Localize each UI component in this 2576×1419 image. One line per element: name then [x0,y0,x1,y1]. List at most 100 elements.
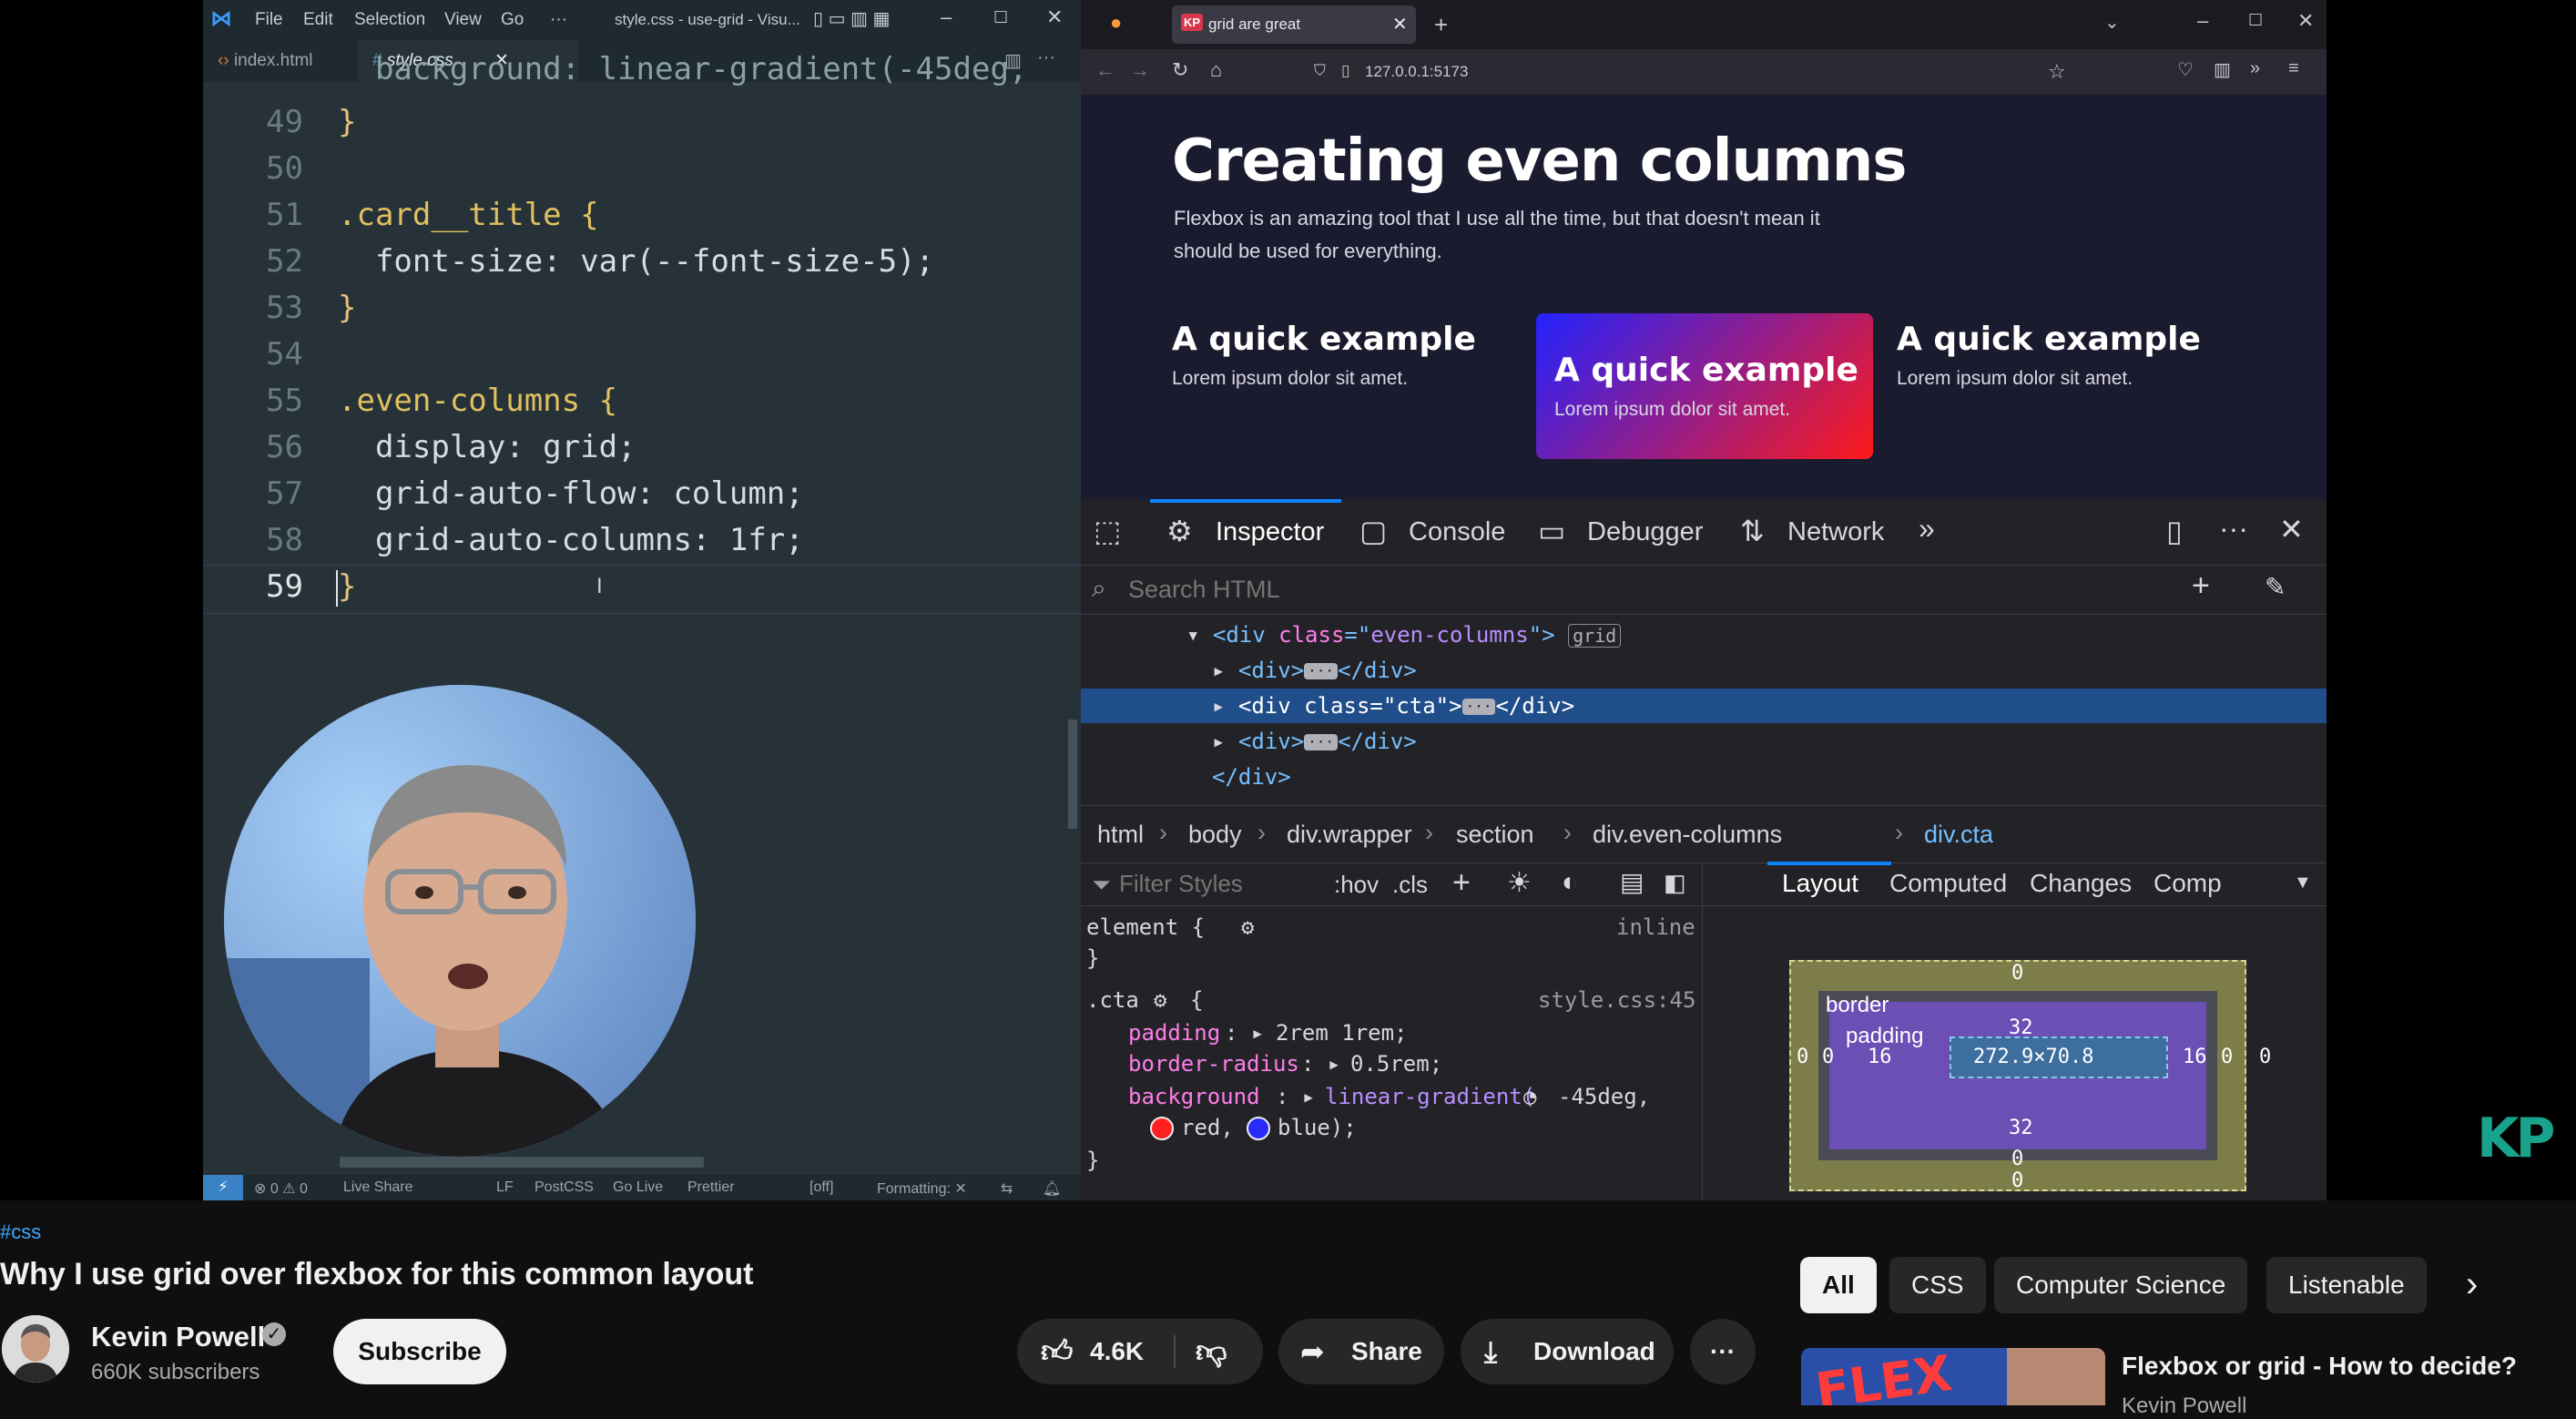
add-rule-icon[interactable]: + [1452,865,1471,901]
avatar[interactable] [2,1315,69,1383]
horizontal-scrollbar[interactable] [340,1157,704,1168]
menu-edit[interactable]: Edit [303,10,333,30]
crumb-wrapper[interactable]: div.wrapper [1287,821,1412,849]
language-indicator[interactable]: PostCSS [535,1179,594,1196]
blue-swatch-icon[interactable] [1247,1115,1270,1140]
tab-index-html[interactable]: ‹› index.html [203,40,328,82]
like-icon[interactable]: 👍︎ [1041,1319,1074,1384]
filter-styles-input[interactable] [1117,867,1321,900]
accounts-icon[interactable]: ⇆ [1001,1179,1013,1198]
gear-icon[interactable]: ⚙ [1241,914,1254,940]
prop-bg-color2[interactable]: blue); [1278,1115,1357,1140]
menu-view[interactable]: View [444,10,482,30]
margin-right-value[interactable]: 0 [2259,1046,2271,1068]
margin-bottom-value[interactable]: 0 [2011,1169,2023,1192]
responsive-mode-icon[interactable]: ▯ [2166,514,2183,548]
prop-radius-value[interactable]: 0.5rem; [1350,1051,1442,1077]
class-toggle[interactable]: .cls [1392,871,1428,899]
prettier-indicator[interactable]: Prettier [687,1179,735,1196]
reload-icon[interactable]: ↻ [1172,58,1188,82]
bookmark-star-icon[interactable]: ☆ [2048,60,2066,84]
more-actions-icon[interactable]: ··· [1037,47,1055,68]
tab-network[interactable]: Network [1787,517,1884,547]
tab-console[interactable]: Console [1409,517,1505,547]
tree-row[interactable]: ▾ <div class="even-columns"> grid [1081,618,2327,652]
margin-top-value[interactable]: 0 [2011,962,2023,985]
tab-inspector[interactable]: Inspector [1216,517,1324,547]
tree-row[interactable]: ▸ <div> ··· </div> [1081,653,2327,688]
recommended-thumbnail[interactable]: FLEX [1801,1348,2105,1405]
problems-count[interactable]: ⊗ 0 ⚠ 0 [254,1179,308,1198]
share-button[interactable]: ➦ Share [1278,1319,1444,1384]
close-devtools-icon[interactable]: ✕ [2279,512,2304,546]
border-left-value[interactable]: 0 [1822,1046,1834,1068]
eyedropper-icon[interactable]: ✎ [2265,572,2286,602]
tab-debugger[interactable]: Debugger [1587,517,1703,547]
collapsed-ellipsis[interactable]: ··· [1304,663,1339,679]
tree-row[interactable]: ▸ <div> ··· </div> [1081,724,2327,759]
more-actions-button[interactable]: ··· [1690,1319,1756,1384]
padding-bottom-value[interactable]: 32 [2009,1117,2033,1139]
prop-border-radius[interactable]: border-radius [1128,1051,1299,1077]
crumb-body[interactable]: body [1188,821,1242,849]
pocket-icon[interactable]: ♡ [2177,58,2194,81]
prop-padding[interactable]: padding [1128,1020,1220,1046]
tab-layout[interactable]: Layout [1782,869,1858,898]
maximize-icon[interactable]: ☐ [993,8,1008,27]
close-icon[interactable]: ✕ [1046,5,1063,29]
padding-top-value[interactable]: 32 [2009,1016,2033,1039]
extensions-overflow-icon[interactable]: » [2250,58,2260,79]
toggle-sidebar-icon[interactable]: ◧ [1664,869,1686,897]
close-window-icon[interactable]: ✕ [2297,9,2314,33]
list-tabs-icon[interactable]: ⌄ [2104,11,2120,34]
menu-selection[interactable]: Selection [354,10,425,30]
chip-listenable[interactable]: Listenable [2266,1257,2427,1313]
cta-source-link[interactable]: style.css:45 [1538,987,1695,1013]
dislike-icon[interactable]: 👎︎ [1196,1319,1227,1384]
live-share-button[interactable]: Live Share [343,1179,413,1196]
search-html-input[interactable] [1126,572,1950,607]
layout-icons[interactable]: ▯ ▭ ▥ ▦ [813,7,890,30]
tab-compatibility[interactable]: Comp [2153,869,2222,898]
tree-row-selected[interactable]: ▸ <div class="cta"> ··· </div> [1081,689,2327,723]
dark-scheme-icon[interactable]: ◐ [1562,867,1578,898]
new-tab-icon[interactable]: + [1434,11,1448,39]
go-live-button[interactable]: Go Live [613,1179,663,1196]
grid-badge[interactable]: grid [1568,624,1622,648]
minimize-icon[interactable]: – [941,5,952,29]
minimize-icon[interactable]: – [2197,9,2208,33]
tabs-dropdown-icon[interactable]: ▼ [2294,873,2312,893]
prop-padding-value[interactable]: 2rem 1rem; [1276,1020,1408,1046]
light-scheme-icon[interactable]: ☀ [1507,867,1532,899]
tree-row[interactable]: </div> [1081,760,2327,794]
crumb-cta[interactable]: div.cta [1924,821,1993,849]
prop-bg-color1[interactable]: red, [1181,1115,1234,1140]
collapsed-ellipsis[interactable]: ··· [1461,699,1496,715]
border-bottom-value[interactable]: 0 [2011,1148,2023,1170]
prop-bg-fn[interactable]: linear-gradient( [1325,1084,1535,1109]
library-icon[interactable]: ▥ [2214,58,2231,81]
subscribe-button[interactable]: Subscribe [333,1319,506,1384]
red-swatch-icon[interactable] [1150,1115,1174,1140]
eol-indicator[interactable]: LF [496,1179,514,1196]
print-media-icon[interactable]: ▤ [1620,867,1644,897]
remote-icon[interactable]: ⚡ [203,1175,243,1200]
content-size[interactable]: 272.9×70.8 [1973,1046,2093,1068]
prop-bg-angle[interactable]: -45deg, [1558,1084,1650,1109]
padding-right-value[interactable]: 16 [2183,1046,2207,1068]
url-bar[interactable]: ⛉ ▯ 127.0.0.1:5173 ☆ [1314,56,2079,87]
like-count[interactable]: 4.6K [1090,1319,1144,1384]
back-icon[interactable]: ← [1095,58,1115,82]
tab-changes[interactable]: Changes [2030,869,2132,898]
chip-css[interactable]: CSS [1889,1257,1986,1313]
hashtag-link[interactable]: #css [0,1220,41,1244]
download-button[interactable]: ⤓ Download [1461,1319,1674,1384]
padding-left-value[interactable]: 16 [1868,1046,1892,1068]
menu-more[interactable]: ··· [550,10,567,30]
crumb-html[interactable]: html [1097,821,1144,849]
collapsed-ellipsis[interactable]: ··· [1304,734,1339,750]
formatting-indicator[interactable]: Formatting: ✕ [877,1179,967,1198]
crumb-even-columns[interactable]: div.even-columns [1593,821,1782,849]
recommended-title[interactable]: Flexbox or grid - How to decide? [2122,1352,2517,1381]
more-options-icon[interactable]: ··· [2219,512,2248,546]
